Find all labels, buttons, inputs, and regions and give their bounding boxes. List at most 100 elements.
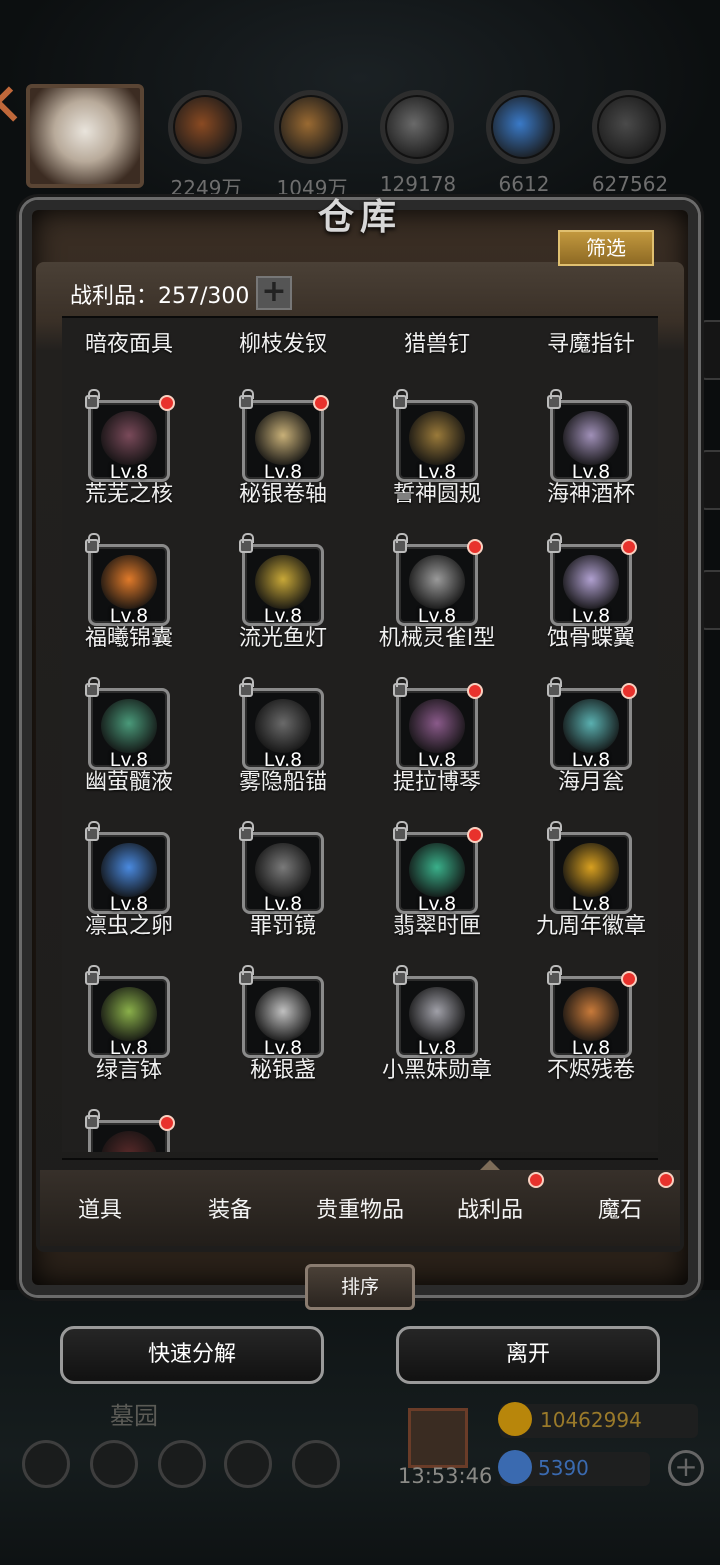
lock-icon[interactable]	[85, 965, 100, 985]
item-art-icon	[409, 555, 465, 609]
item-art-icon	[563, 555, 619, 609]
lock-icon[interactable]	[547, 533, 562, 553]
iron-resource-icon	[380, 90, 454, 164]
lock-icon[interactable]	[85, 533, 100, 553]
item-slot[interactable]: Lv.8	[85, 533, 170, 627]
add-gems-button[interactable]: +	[668, 1450, 704, 1486]
gem-amount: 5390	[538, 1456, 589, 1480]
item-slot[interactable]: Lv.8	[239, 821, 324, 915]
item-art-icon	[101, 1131, 157, 1152]
item-label: 海月瓮	[557, 770, 624, 795]
expand-capacity-button[interactable]: +	[256, 276, 292, 310]
map-icon[interactable]	[158, 1440, 206, 1488]
lock-icon[interactable]	[239, 965, 254, 985]
share-icon[interactable]	[292, 1440, 340, 1488]
timer-label: 13:53:46	[398, 1464, 493, 1488]
item-grid[interactable]: 暗夜面具 柳枝发钗 猎兽钉 寻魔指针 Lv.8 荒芜之核 Lv.8 秘银卷轴 Lv.8 誓神圆规 L…	[62, 318, 658, 1152]
item-slot[interactable]: Lv.8	[393, 677, 483, 771]
tab-1[interactable]: 装备	[175, 1192, 285, 1224]
sort-button[interactable]: 排序	[305, 1264, 415, 1310]
tab-3[interactable]: 战利品	[435, 1192, 545, 1224]
item-art-icon	[563, 699, 619, 753]
quick-decompose-button[interactable]: 快速分解	[60, 1326, 324, 1384]
item-label: 幽萤髓液	[84, 770, 173, 795]
item-label: 暗夜面具	[84, 332, 173, 357]
item-slot[interactable]: Lv.8	[547, 677, 637, 771]
side-tab-3[interactable]	[700, 570, 720, 630]
item-slot[interactable]: Lv.8	[85, 965, 170, 1059]
crystal-resource-value: 6612	[498, 172, 550, 196]
lock-icon[interactable]	[85, 677, 100, 697]
item-slot[interactable]: Lv.8	[85, 677, 170, 771]
item-label: 不烬残卷	[546, 1058, 635, 1083]
bread-resource-value: 2249万	[170, 176, 242, 200]
achievement-icon[interactable]	[90, 1440, 138, 1488]
lock-icon[interactable]	[239, 821, 254, 841]
item-slot[interactable]: Lv.8	[239, 533, 324, 627]
side-tab-1[interactable]	[700, 320, 720, 380]
lock-icon[interactable]	[239, 389, 254, 409]
item-label: 荒芜之核	[84, 482, 173, 507]
lock-icon[interactable]	[239, 677, 254, 697]
item-art-icon	[255, 987, 311, 1041]
lock-icon[interactable]	[85, 821, 100, 841]
item-slot[interactable]: Lv.8	[547, 821, 632, 915]
lock-icon[interactable]	[239, 533, 254, 553]
item-slot[interactable]: Lv.8	[393, 389, 478, 483]
mail-icon[interactable]	[224, 1440, 272, 1488]
gift-box-icon[interactable]	[408, 1408, 468, 1468]
item-slot[interactable]	[85, 1109, 175, 1152]
gold-amount: 10462994	[540, 1408, 642, 1432]
lock-icon[interactable]	[547, 821, 562, 841]
item-label: 罪罚镜	[249, 914, 316, 939]
item-label: 凛虫之卵	[84, 914, 173, 939]
item-label: 蚀骨蝶翼	[546, 626, 635, 651]
lock-icon[interactable]	[393, 821, 408, 841]
lock-icon[interactable]	[393, 677, 408, 697]
item-slot[interactable]: Lv.8	[547, 965, 637, 1059]
tab-0[interactable]: 道具	[45, 1192, 155, 1224]
player-avatar[interactable]	[26, 84, 144, 188]
settings-icon[interactable]	[22, 1440, 70, 1488]
item-slot[interactable]: Lv.8	[239, 677, 324, 771]
item-art-icon	[255, 699, 311, 753]
item-art-icon	[101, 699, 157, 753]
item-slot[interactable]: Lv.8	[239, 965, 324, 1059]
item-slot[interactable]: Lv.8	[85, 389, 175, 483]
item-label: 秘银盏	[249, 1058, 316, 1083]
new-badge	[159, 395, 175, 411]
leave-button[interactable]: 离开	[396, 1326, 660, 1384]
item-art-icon	[101, 411, 157, 465]
new-badge	[467, 539, 483, 555]
steel-resource-value: 627562	[591, 172, 669, 196]
gem-icon	[498, 1450, 532, 1484]
item-label: 翡翠时匣	[392, 914, 481, 939]
item-art-icon	[255, 411, 311, 465]
item-art-icon	[409, 699, 465, 753]
tab-4[interactable]: 魔石	[565, 1192, 675, 1224]
lock-icon[interactable]	[85, 1109, 100, 1129]
item-slot[interactable]: Lv.8	[547, 533, 637, 627]
item-art-icon	[255, 555, 311, 609]
lock-icon[interactable]	[547, 677, 562, 697]
item-slot[interactable]: Lv.8	[393, 821, 483, 915]
item-slot[interactable]: Lv.8	[393, 533, 483, 627]
lock-icon[interactable]	[547, 965, 562, 985]
side-tab-2[interactable]	[700, 450, 720, 510]
lock-icon[interactable]	[393, 965, 408, 985]
item-slot[interactable]: Lv.8	[393, 965, 478, 1059]
tab-new-badge	[528, 1172, 544, 1188]
item-label: 海神酒杯	[546, 482, 635, 507]
filter-button[interactable]: 筛选	[558, 230, 654, 266]
new-badge	[313, 395, 329, 411]
lock-icon[interactable]	[393, 533, 408, 553]
item-label: 秘银卷轴	[238, 482, 327, 507]
lock-icon[interactable]	[547, 389, 562, 409]
tab-2[interactable]: 贵重物品	[305, 1192, 415, 1224]
item-slot[interactable]: Lv.8	[85, 821, 170, 915]
lock-icon[interactable]	[85, 389, 100, 409]
item-slot[interactable]: Lv.8	[547, 389, 632, 483]
lock-icon[interactable]	[393, 389, 408, 409]
item-art-icon	[563, 987, 619, 1041]
item-slot[interactable]: Lv.8	[239, 389, 329, 483]
